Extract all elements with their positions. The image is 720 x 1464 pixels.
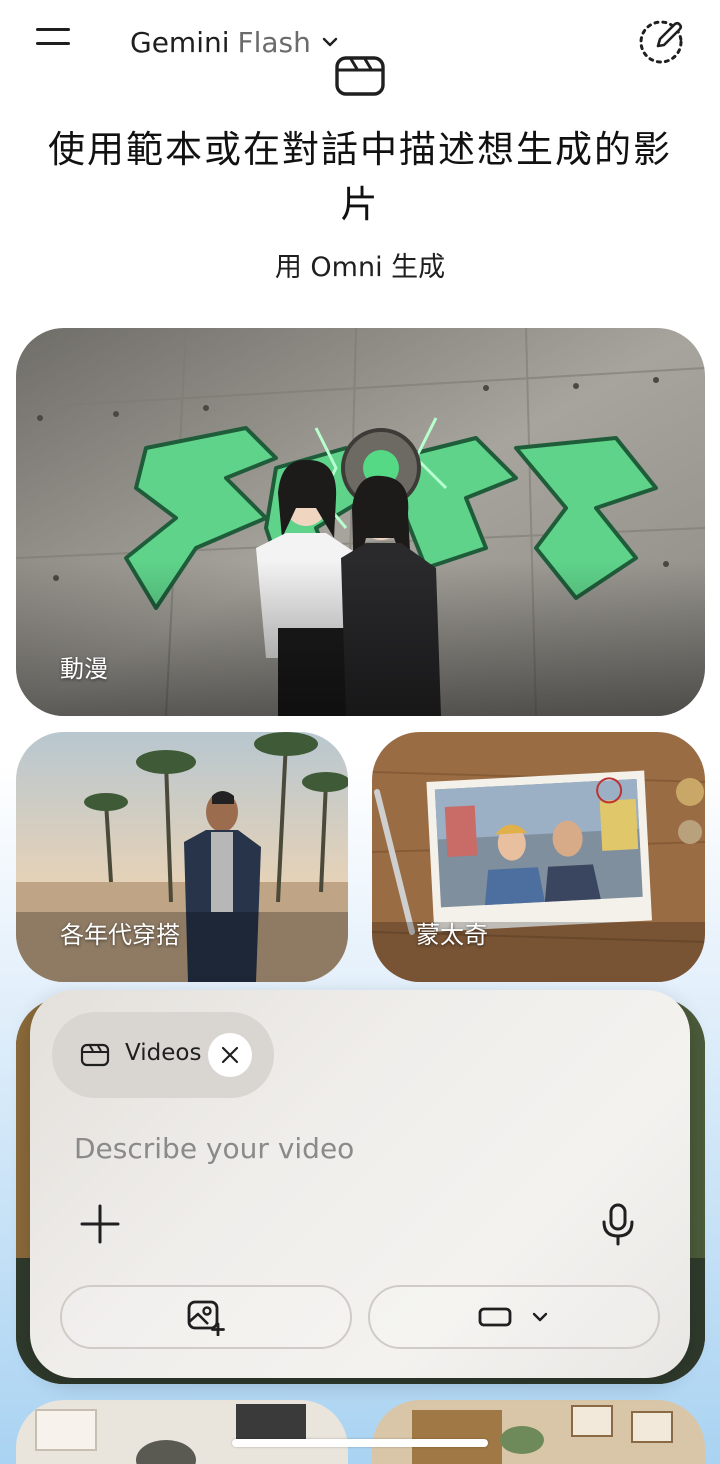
template-card-bottom-right[interactable] [372,1400,705,1464]
template-card-montage[interactable]: 蒙太奇 [372,732,705,982]
menu-icon[interactable] [28,20,78,54]
chevron-down-icon [322,37,338,47]
bottom-left-template-image [16,1400,348,1464]
template-card-anime[interactable]: 動漫 [16,328,705,716]
video-icon [80,1043,110,1067]
template-label-anime: 動漫 [60,655,108,683]
plus-icon[interactable] [78,1202,122,1246]
page-subtitle: 用 Omni 生成 [274,252,446,283]
template-label-montage: 蒙太奇 [416,921,488,949]
model-variant: Flash [237,25,311,59]
page-title: 使用範本或在對話中描述想生成的影片 [48,128,672,226]
add-photo-icon [187,1300,225,1336]
videos-chip-label: Videos [125,1040,202,1066]
template-card-bottom-left[interactable] [16,1400,348,1464]
home-indicator[interactable] [232,1439,488,1447]
top-bar: Gemini Flash [0,0,720,96]
chevron-down-icon [532,1312,548,1322]
new-chat-icon[interactable] [634,12,690,68]
model-name: Gemini [130,25,230,59]
aspect-ratio-button[interactable] [368,1285,660,1349]
mic-icon[interactable] [598,1202,638,1246]
close-icon [221,1046,239,1064]
add-reference-image-button[interactable] [60,1285,352,1349]
prompt-input[interactable] [74,1128,634,1168]
videos-tool-chip[interactable]: Videos [52,1012,274,1098]
template-label-fashion: 各年代穿搭 [60,921,180,949]
bottom-right-template-image [372,1400,705,1464]
anime-template-image [16,328,705,716]
template-card-fashion[interactable]: 各年代穿搭 [16,732,348,982]
prompt-composer: Videos [30,990,690,1378]
video-icon [335,56,385,96]
model-switcher[interactable]: Gemini Flash [130,22,339,62]
remove-chip-button[interactable] [208,1033,252,1077]
aspect-ratio-icon [478,1307,512,1327]
